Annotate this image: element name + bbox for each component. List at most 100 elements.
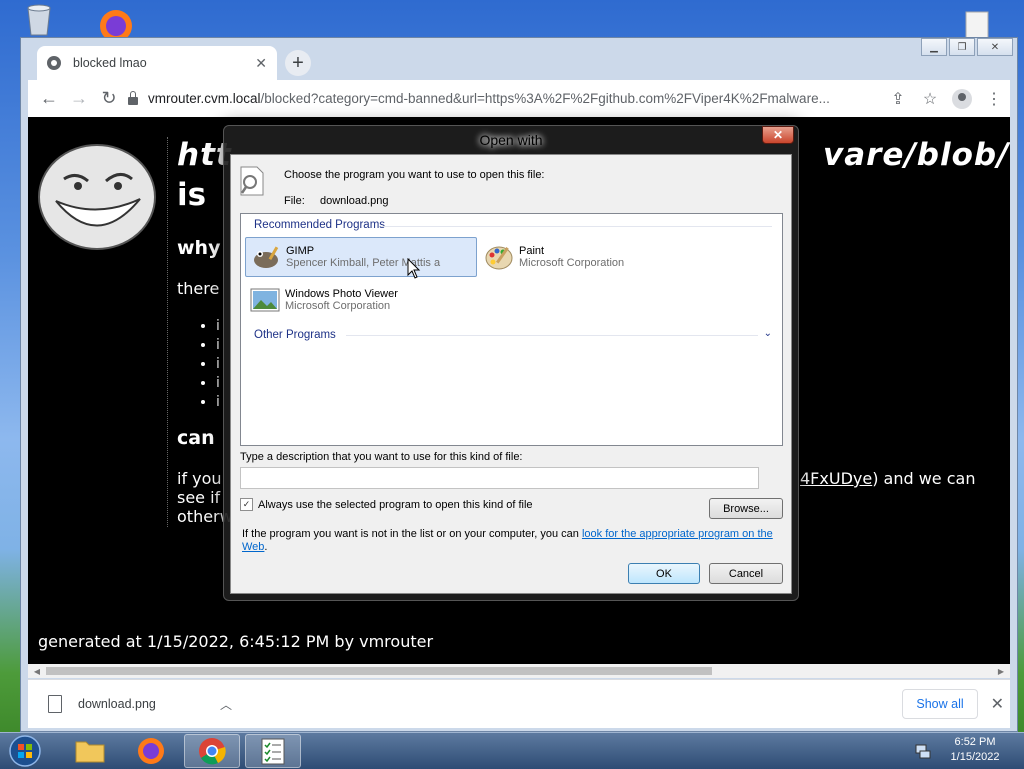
tab-title: blocked lmao [73,56,147,70]
share-icon[interactable]: ⇪ [882,84,914,114]
tab-strip: blocked lmao ✕ + [29,46,907,80]
download-filename: download.png [78,697,156,711]
reload-button[interactable]: ↻ [94,84,124,114]
open-with-dialog: Open with ✕ Choose the program you want … [223,125,799,601]
download-item[interactable]: download.png ︿ [28,680,238,728]
new-tab-button[interactable]: + [285,50,311,76]
paint-icon [485,246,513,270]
bookmark-star-icon[interactable]: ☆ [914,84,946,114]
back-button[interactable]: ← [34,84,64,114]
show-all-button[interactable]: Show all [902,689,978,719]
program-photo-viewer-text: Windows Photo Viewer Microsoft Corporati… [285,288,398,312]
link-fragment[interactable]: 4FxUDye [800,469,872,488]
group-recommended: Recommended Programs [254,219,386,231]
cancel-button[interactable]: Cancel [709,563,783,584]
program-paint-text: Paint Microsoft Corporation [519,245,624,269]
chrome-icon [199,738,226,765]
firefox-icon [138,738,164,764]
taskbar: 6:52 PM 1/15/2022 [0,732,1024,769]
right-text: ) and we can [872,469,976,488]
url-path: /blocked?category=cmd-banned&url=https%3… [260,91,830,106]
info-text: If the program you want is not in the li… [242,528,782,554]
document-desktop-icon[interactable] [960,10,994,38]
program-list: Recommended Programs GIMP Spencer Kimbal… [240,213,783,446]
description-input[interactable] [240,467,759,489]
taskbar-chrome[interactable] [184,734,240,768]
globe-icon [47,56,61,70]
taskbar-explorer[interactable] [62,734,118,768]
info-end: . [264,541,268,553]
window-controls: ▁ ❐ ✕ [919,38,1013,58]
program-gimp[interactable]: GIMP Spencer Kimball, Peter Mattis a [245,237,477,277]
browser-toolbar: ← → ↻ vmrouter.cvm.local/blocked?categor… [28,80,1010,117]
heading-can: can [177,427,215,449]
group-divider [346,335,758,336]
group-divider [381,226,772,227]
dialog-body: Choose the program you want to use to op… [230,154,792,594]
heading-why: why [177,237,221,259]
footer-generated: generated at 1/15/2022, 6:45:12 PM by vm… [38,632,434,651]
close-window-button[interactable]: ✕ [977,38,1013,56]
paragraph-see-if: see if [177,488,221,507]
dialog-titlebar[interactable]: Open with ✕ [224,126,798,154]
magnifier-document-icon [240,166,264,196]
firefox-desktop-icon[interactable] [94,6,138,38]
list-item: i [216,374,220,393]
tab-close-icon[interactable]: ✕ [255,55,267,72]
paragraph-if-you: if you [177,469,222,488]
always-use-checkbox[interactable]: ✓ [240,498,253,511]
browse-button[interactable]: Browse... [709,498,783,519]
always-use-row[interactable]: ✓ Always use the selected program to ope… [240,498,533,511]
minimize-button[interactable]: ▁ [921,38,947,56]
scroll-right-arrow-icon[interactable]: ▶ [994,664,1008,678]
program-photo-viewer[interactable]: Windows Photo Viewer Microsoft Corporati… [245,280,477,320]
program-name: GIMP [286,245,315,257]
lock-icon[interactable] [128,90,138,105]
file-label: File: [284,195,305,207]
mouse-cursor-icon [407,258,421,279]
download-shelf: download.png ︿ Show all ✕ [28,679,1010,728]
clock-date: 1/15/2022 [950,751,1000,763]
tab-blocked[interactable]: blocked lmao ✕ [37,46,277,80]
group-other[interactable]: Other Programs [254,329,336,341]
close-shelf-icon[interactable]: ✕ [991,694,1004,714]
restore-button[interactable]: ❐ [949,38,975,56]
clock-time: 6:52 PM [954,736,996,748]
chevron-up-icon[interactable]: ︿ [220,696,232,713]
program-publisher: Microsoft Corporation [285,300,391,312]
checklist-icon [261,738,285,765]
system-clock[interactable]: 6:52 PM 1/15/2022 [940,735,1010,765]
recycle-bin-icon[interactable] [22,2,56,36]
program-publisher: Microsoft Corporation [519,257,625,269]
horizontal-scrollbar[interactable]: ◀ ▶ [28,664,1010,678]
content-separator [167,137,168,527]
program-name: Paint [519,245,545,257]
chevron-down-icon[interactable]: ⌄ [764,328,772,339]
program-paint[interactable]: Paint Microsoft Corporation [479,237,711,277]
list-item: i [216,355,220,374]
file-name: download.png [320,195,389,207]
reason-list: i i i i i [194,317,220,412]
scroll-left-arrow-icon[interactable]: ◀ [30,664,44,678]
menu-kebab-icon[interactable]: ⋮ [978,84,1010,114]
dialog-prompt: Choose the program you want to use to op… [284,169,545,181]
photo-viewer-icon [250,288,280,312]
ok-button[interactable]: OK [628,563,700,584]
network-icon[interactable] [914,742,932,760]
trollface-image [38,144,156,250]
paragraph-there: there [177,279,220,298]
forward-button[interactable]: → [64,84,94,114]
address-bar[interactable]: vmrouter.cvm.local/blocked?category=cmd-… [128,85,882,113]
always-use-label: Always use the selected program to open … [258,498,533,511]
paragraph-right: 4FxUDye) and we can [800,469,975,488]
list-item: i [216,393,220,412]
taskbar-firefox[interactable] [123,734,179,768]
dialog-close-button[interactable]: ✕ [762,126,794,144]
avatar-icon [952,88,972,109]
scrollbar-thumb[interactable] [46,667,712,675]
taskbar-open-with[interactable] [245,734,301,768]
profile-button[interactable] [946,84,978,114]
start-button[interactable] [4,734,46,768]
file-icon [48,695,62,713]
url-host: vmrouter.cvm.local [148,91,261,106]
